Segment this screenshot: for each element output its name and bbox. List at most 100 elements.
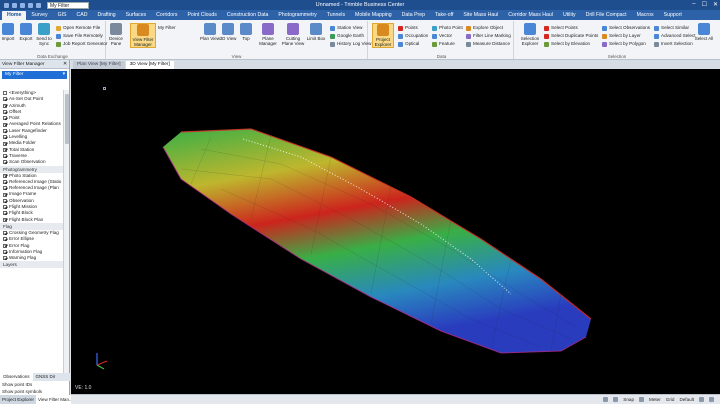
tab-observations[interactable]: Observations — [0, 373, 33, 381]
vector-button[interactable]: Vector — [432, 32, 463, 40]
display-option[interactable]: Show point IDs — [2, 381, 70, 388]
station-view-button[interactable]: Station View — [330, 24, 371, 32]
tab-project-explorer[interactable]: Project Explorer — [0, 395, 36, 404]
tab-photogrammetry[interactable]: Photogrammetry — [273, 11, 321, 20]
snap-toggle[interactable]: Snap — [623, 395, 634, 404]
filter-checkbox[interactable] — [3, 198, 7, 203]
select-points-button[interactable]: Select Points — [544, 24, 598, 32]
filter-section-header[interactable]: Layers — [0, 261, 64, 269]
3d-view-button[interactable]: 3D View — [218, 23, 238, 41]
minimize-icon[interactable]: – — [692, 1, 695, 8]
filter-checkbox[interactable] — [3, 154, 7, 159]
3d-viewport[interactable]: VE: 1.0 — [71, 69, 720, 394]
tab-support[interactable]: Support — [659, 11, 687, 20]
export-button[interactable]: Export — [16, 23, 36, 41]
tab-view-filter-manager[interactable]: View Filter Man... — [36, 395, 75, 404]
cutting-plane-view-button[interactable]: Cutting Plane View — [280, 23, 306, 46]
pin-icon[interactable]: ✕ — [63, 60, 67, 68]
filter-checkbox[interactable] — [3, 147, 7, 152]
tab-macros[interactable]: Macros — [632, 11, 659, 20]
tab-gnss[interactable]: GNSS Dir — [33, 373, 59, 381]
select-all-button[interactable]: Select All — [694, 23, 714, 41]
panel-scrollbar[interactable] — [63, 90, 69, 373]
filter-checkbox[interactable] — [3, 180, 7, 184]
open-project-icon[interactable] — [12, 2, 17, 8]
advanced-select-button[interactable]: Advanced Select — [654, 32, 695, 40]
select-similar-button[interactable]: Select Similar — [654, 24, 695, 32]
scrollbar-thumb[interactable] — [65, 94, 69, 144]
tab-utility[interactable]: Utility — [558, 11, 581, 20]
coordinate-system[interactable]: Default — [679, 395, 694, 404]
occupation-button[interactable]: Occupation — [398, 32, 428, 40]
filter-checkbox[interactable] — [3, 110, 7, 115]
filter-checkbox[interactable] — [3, 91, 7, 96]
filter-section-header[interactable]: Flag — [0, 222, 64, 230]
save-icon[interactable] — [20, 2, 25, 8]
tab-data-prep[interactable]: Data Prep — [397, 11, 430, 20]
filter-checkbox[interactable] — [3, 116, 7, 121]
filter-checkbox[interactable] — [3, 243, 7, 248]
feature-button[interactable]: Feature — [432, 40, 463, 48]
tab-site-mass-haul[interactable]: Site Mass Haul — [458, 11, 503, 20]
tab-tunnels[interactable]: Tunnels — [322, 11, 350, 20]
select-duplicate-points-button[interactable]: Select Duplicate Points — [544, 32, 598, 40]
filter-checkbox[interactable] — [3, 97, 7, 102]
limit-box-button[interactable]: Limit Box — [306, 23, 326, 41]
filter-checkbox[interactable] — [3, 237, 7, 242]
tab-point-clouds[interactable]: Point Clouds — [182, 11, 221, 20]
filter-select[interactable]: My Filter ▾ — [2, 71, 67, 79]
select-by-elevation-button[interactable]: Select by Elevation — [544, 40, 598, 48]
top-button[interactable]: Top — [236, 23, 256, 41]
tab-cad[interactable]: CAD — [72, 11, 93, 20]
tab-drafting[interactable]: Drafting — [92, 11, 120, 20]
filter-checkbox[interactable] — [3, 135, 7, 140]
tab-mobile-mapping[interactable]: Mobile Mapping — [350, 11, 397, 20]
select-by-polygon-button[interactable]: Select by Polygon — [602, 40, 650, 48]
send-to-sync-button[interactable]: Send to Sync — [34, 23, 54, 46]
display-option[interactable]: Show point symbols — [2, 388, 70, 395]
filter-checkbox[interactable] — [3, 160, 7, 165]
filter-checkbox[interactable] — [3, 128, 7, 133]
filter-checkbox[interactable] — [3, 217, 7, 222]
measure-distance-button[interactable]: Measure Distance — [466, 40, 511, 48]
filter-checkbox[interactable] — [3, 205, 7, 210]
filter-checkbox[interactable] — [3, 186, 7, 191]
title-filter-combo[interactable]: My Filter — [47, 1, 89, 9]
device-pane-button[interactable]: Device Pane — [106, 23, 126, 46]
tab-survey[interactable]: Survey — [26, 11, 52, 20]
quick-access-toolbar[interactable] — [4, 2, 41, 8]
filter-checkbox[interactable] — [3, 249, 7, 254]
unit-meter[interactable]: Meter — [649, 395, 661, 404]
redo-icon[interactable] — [36, 2, 41, 8]
close-icon[interactable]: ✕ — [713, 1, 718, 8]
tab-3d-view[interactable]: 3D View [My Filter] — [125, 61, 174, 69]
filter-checkbox[interactable] — [3, 173, 7, 178]
plane-manager-button[interactable]: Plane Manager — [256, 23, 280, 46]
tab-plan-view[interactable]: Plan View [My Filter] — [73, 61, 125, 69]
tab-surfaces[interactable]: Surfaces — [121, 11, 151, 20]
job-report-generator-button[interactable]: Job Report Generator — [56, 40, 107, 48]
filter-checkbox[interactable] — [3, 192, 7, 197]
tab-drill-file-compact[interactable]: Drill File Compact — [581, 11, 632, 20]
tab-corridors[interactable]: Corridors — [151, 11, 182, 20]
invert-selection-button[interactable]: Invert Selection — [654, 40, 695, 48]
tab-home[interactable]: Home — [2, 11, 27, 20]
filter-checkbox[interactable] — [3, 122, 7, 127]
filter-checkbox[interactable] — [3, 256, 7, 261]
tab-gis[interactable]: GIS — [53, 11, 72, 20]
filter-checkbox[interactable] — [3, 103, 7, 108]
filter-section-header[interactable]: Photogrammetry — [0, 165, 64, 173]
grid-toggle[interactable]: Grid — [666, 395, 675, 404]
tab-corridor-mass-haul[interactable]: Corridor Mass Haul — [503, 11, 558, 20]
view-filter-manager-button[interactable]: View Filter Manager — [130, 23, 156, 48]
select-observations-button[interactable]: Select Observations — [602, 24, 650, 32]
select-by-layer-button[interactable]: Select by Layer — [602, 32, 650, 40]
open-remote-file-button[interactable]: Open Remote File — [56, 24, 107, 32]
save-file-remotely-button[interactable]: Save File Remotely — [56, 32, 107, 40]
zoom-icon[interactable] — [613, 397, 619, 402]
project-explorer-button[interactable]: Project Explorer — [372, 23, 394, 48]
cursor-icon[interactable] — [603, 397, 609, 402]
selection-explorer-button[interactable]: Selection Explorer — [518, 23, 542, 46]
undo-icon[interactable] — [28, 2, 33, 8]
filter-checkbox[interactable] — [3, 211, 7, 216]
